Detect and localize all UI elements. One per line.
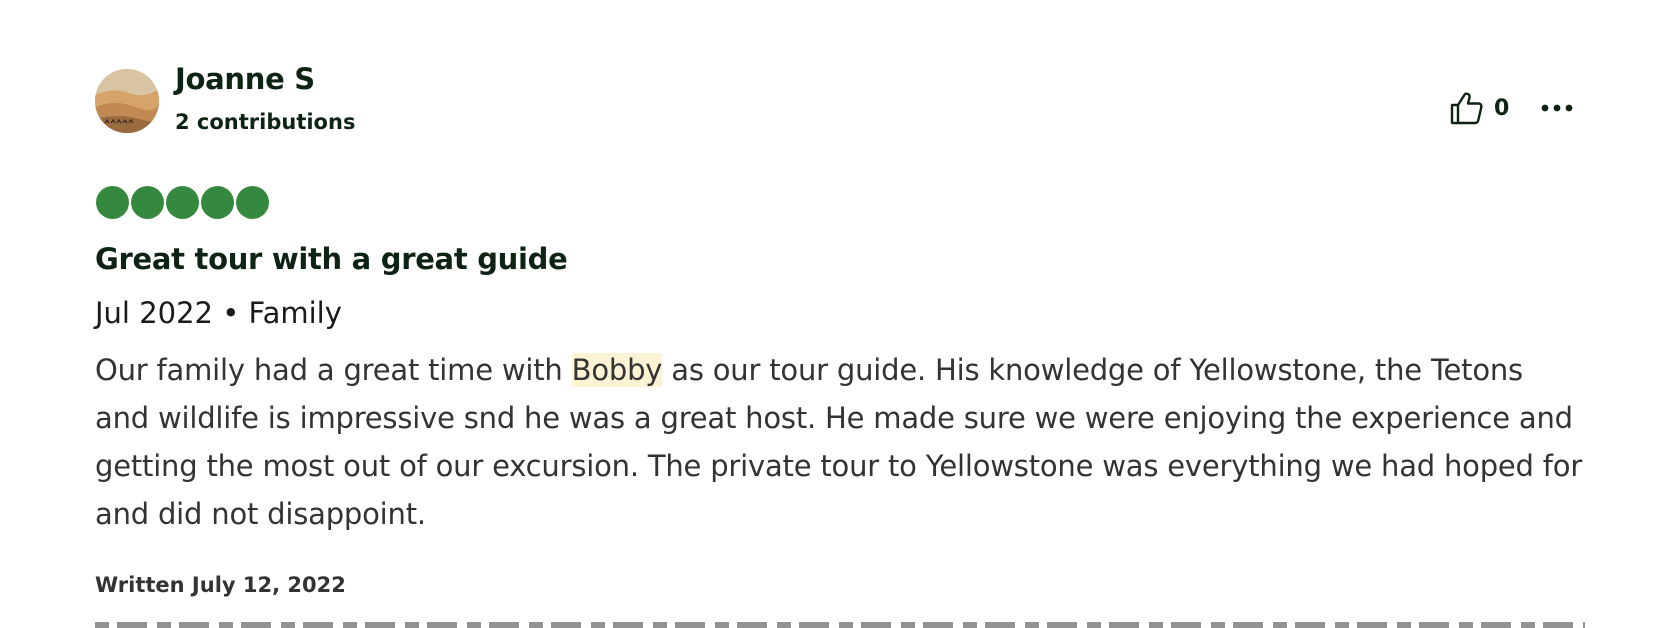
highlighted-keyword: Bobby bbox=[571, 353, 663, 387]
avatar-image bbox=[95, 69, 159, 133]
review-text: Our family had a great time with Bobby a… bbox=[95, 346, 1585, 538]
disclaimer-text-clipped bbox=[95, 616, 1585, 628]
rating-bubble-icon bbox=[131, 186, 164, 219]
more-horizontal-icon bbox=[1540, 104, 1576, 126]
trip-date-and-type: Jul 2022 • Family bbox=[95, 296, 342, 330]
avatar[interactable] bbox=[95, 69, 159, 133]
helpful-vote-button[interactable]: 0 bbox=[1448, 88, 1509, 128]
review-text-part: Our family had a great time with bbox=[95, 353, 572, 387]
written-date: Written July 12, 2022 bbox=[95, 573, 346, 597]
helpful-count: 0 bbox=[1494, 95, 1510, 121]
rating-bubble-icon bbox=[96, 186, 129, 219]
rating-bubble-icon bbox=[166, 186, 199, 219]
contributions-count: 2 contributions bbox=[175, 110, 356, 134]
rating-bubble-icon bbox=[236, 186, 269, 219]
review-card: Joanne S 2 contributions 0 Great tour wi… bbox=[0, 0, 1654, 628]
rating-bubbles bbox=[96, 186, 269, 219]
more-options-button[interactable] bbox=[1540, 94, 1576, 122]
rating-bubble-icon bbox=[201, 186, 234, 219]
reviewer-name[interactable]: Joanne S bbox=[175, 62, 315, 96]
thumbs-up-icon bbox=[1448, 90, 1484, 126]
review-title[interactable]: Great tour with a great guide bbox=[95, 242, 568, 276]
